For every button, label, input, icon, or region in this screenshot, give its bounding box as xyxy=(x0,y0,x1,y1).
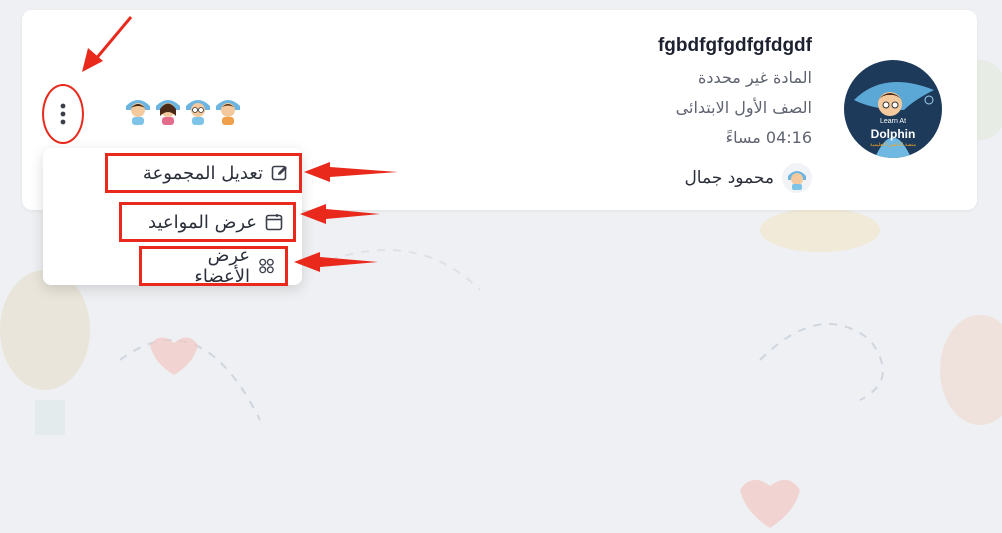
users-icon xyxy=(259,258,274,274)
group-grade: الصف الأول الابتدائى xyxy=(675,98,812,117)
member-avatar xyxy=(126,100,150,125)
logo-text-sub: منصة الدلفين التعليمية xyxy=(870,142,916,148)
calendar-icon xyxy=(265,214,283,231)
member-avatar xyxy=(186,100,210,125)
teacher-name: محمود جمال xyxy=(684,168,774,188)
member-avatars[interactable] xyxy=(124,94,242,126)
edit-icon xyxy=(271,165,287,181)
view-members-label: عرض الأعضاء xyxy=(194,245,250,287)
logo-text-main: Dolphin xyxy=(870,127,916,141)
teacher-avatar xyxy=(782,163,812,193)
edit-group-menu-item[interactable]: تعديل المجموعة xyxy=(105,153,302,193)
dolphin-logo: Learn At Dolphin منصة الدلفين التعليمية xyxy=(844,60,942,158)
group-title: fgbdfgfgdfgfdgdf xyxy=(657,35,812,56)
view-schedule-label: عرض المواعيد xyxy=(148,211,257,233)
logo-text-top: Learn At xyxy=(879,118,907,125)
teacher-row[interactable]: محمود جمال xyxy=(684,163,812,193)
view-schedule-menu-item[interactable]: عرض المواعيد xyxy=(119,202,296,242)
more-options-button[interactable] xyxy=(42,84,84,144)
view-members-menu-item[interactable]: عرض الأعضاء xyxy=(139,245,288,287)
member-avatar xyxy=(156,100,180,125)
more-vertical-icon xyxy=(60,103,66,125)
group-time: 04:16 مساءً xyxy=(725,128,812,147)
member-avatar xyxy=(216,100,240,125)
group-subject: المادة غير محددة xyxy=(698,68,812,87)
options-dropdown: تعديل المجموعة عرض المواعيد عرض الأعضاء xyxy=(43,148,302,287)
edit-group-label: تعديل المجموعة xyxy=(142,162,263,184)
